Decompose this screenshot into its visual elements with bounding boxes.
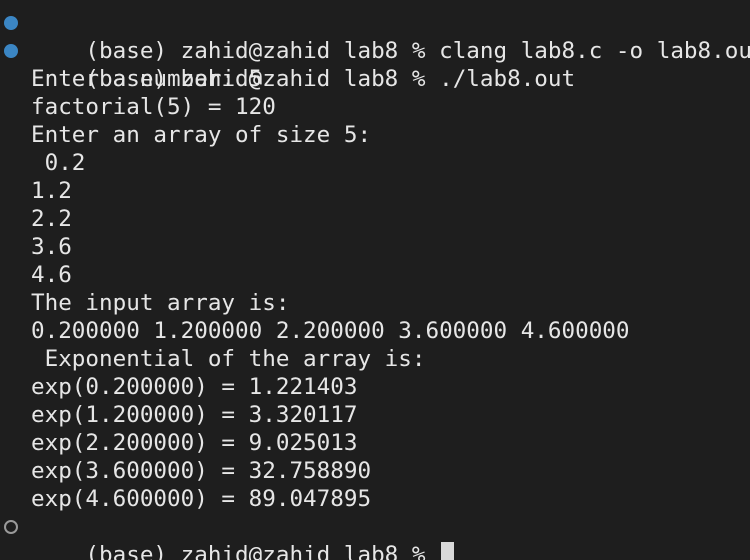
command-success-marker-icon[interactable]: [4, 16, 18, 30]
terminal-window[interactable]: (base) zahid@zahid lab8 % clang lab8.c -…: [0, 0, 750, 560]
command-pending-marker-icon: [4, 520, 18, 534]
command-line-run: (base) zahid@zahid lab8 % ./lab8.out: [0, 37, 750, 92]
output-line: Exponential of the array is:: [31, 346, 426, 372]
command-success-marker-icon[interactable]: [4, 44, 18, 58]
output-line: exp(1.200000) = 3.320117: [31, 402, 358, 428]
output-line: 4.6: [31, 262, 72, 288]
output-line: Enter a number: 5: [31, 66, 263, 92]
output-line: exp(4.600000) = 89.047895: [31, 486, 372, 512]
command-line-compile: (base) zahid@zahid lab8 % clang lab8.c -…: [0, 9, 750, 64]
prompt-line[interactable]: (base) zahid@zahid lab8 %: [0, 513, 750, 560]
output-line: 2.2: [31, 206, 72, 232]
output-line: exp(0.200000) = 1.221403: [31, 374, 358, 400]
output-line: exp(3.600000) = 32.758890: [31, 458, 372, 484]
output-line: 0.2: [31, 150, 86, 176]
prompt-text: (base) zahid@zahid lab8 %: [85, 542, 440, 560]
output-line: factorial(5) = 120: [31, 94, 276, 120]
output-line: Enter an array of size 5:: [31, 122, 372, 148]
output-line: 1.2: [31, 178, 72, 204]
output-line: 0.200000 1.200000 2.200000 3.600000 4.60…: [31, 318, 630, 344]
text-cursor: [441, 542, 455, 560]
output-line: exp(2.200000) = 9.025013: [31, 430, 358, 456]
output-line: 3.6: [31, 234, 72, 260]
output-line: The input array is:: [31, 290, 290, 316]
